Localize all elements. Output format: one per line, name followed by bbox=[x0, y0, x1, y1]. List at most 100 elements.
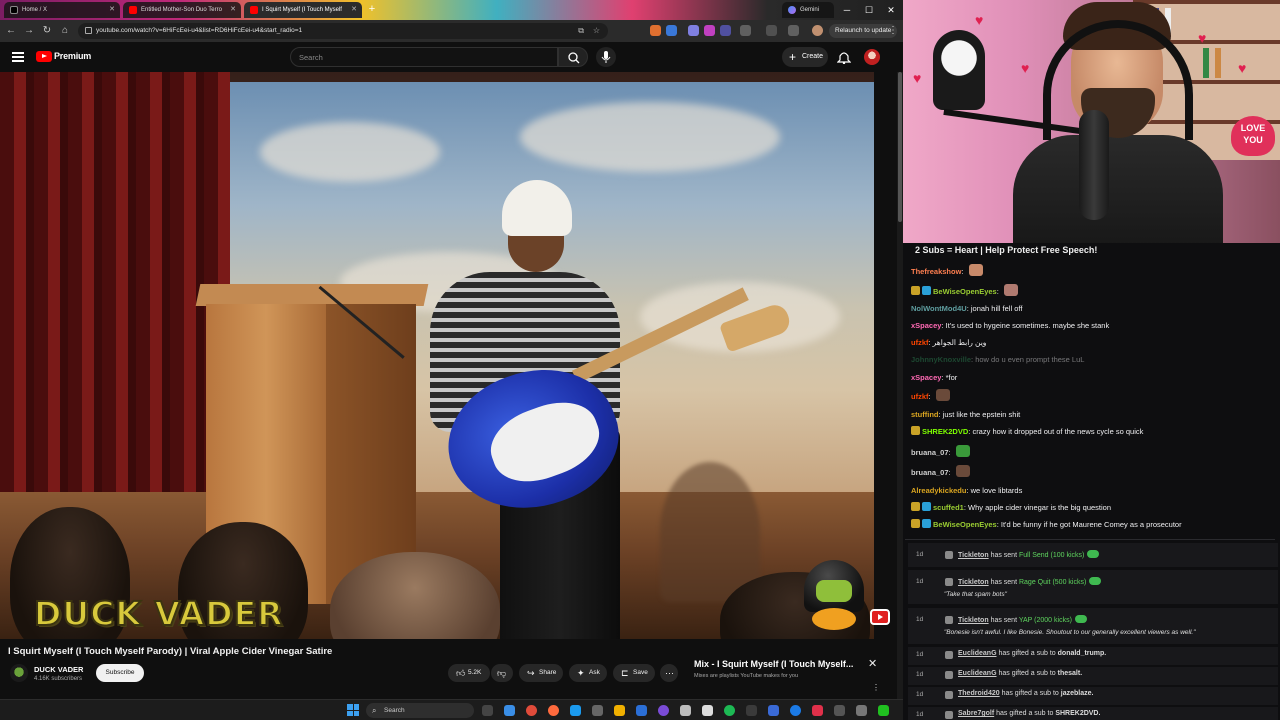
forward-icon[interactable]: → bbox=[22, 24, 36, 38]
app-icon[interactable] bbox=[790, 705, 801, 716]
windows-start-icon[interactable] bbox=[347, 704, 359, 716]
back-icon[interactable]: ← bbox=[4, 24, 18, 38]
create-button[interactable]: + Create bbox=[782, 47, 828, 67]
save-button[interactable]: ⊏ Save bbox=[613, 664, 655, 682]
event-quote: "Take that spam bots" bbox=[944, 591, 1007, 598]
event-username[interactable]: EuclideanG bbox=[958, 650, 997, 657]
extension-icon[interactable] bbox=[666, 25, 677, 36]
chat-username[interactable]: ufzkf bbox=[911, 338, 929, 347]
voice-search-button[interactable] bbox=[596, 47, 616, 67]
taskbar-search[interactable]: ⌕ Search bbox=[366, 703, 474, 718]
chat-username[interactable]: xSpacey bbox=[911, 373, 941, 382]
app-icon[interactable] bbox=[636, 705, 647, 716]
chat-username[interactable]: BeWiseOpenEyes bbox=[933, 287, 997, 296]
file-explorer-icon[interactable] bbox=[614, 705, 625, 716]
channel-avatar[interactable] bbox=[10, 664, 28, 682]
tab-x[interactable]: Home / X ✕ bbox=[4, 2, 120, 18]
reload-icon[interactable]: ↻ bbox=[40, 24, 54, 38]
menu-icon[interactable] bbox=[12, 52, 24, 62]
minimize-button[interactable]: ─ bbox=[836, 0, 858, 20]
spotify-icon[interactable] bbox=[724, 705, 735, 716]
chat-username[interactable]: ufzkf bbox=[911, 392, 929, 401]
close-tab-icon[interactable]: ✕ bbox=[230, 2, 236, 18]
profile-avatar[interactable] bbox=[812, 25, 823, 36]
extension-icon[interactable] bbox=[650, 25, 661, 36]
heart-decoration-icon: ♥ bbox=[1021, 60, 1030, 76]
event-username[interactable]: Tickleton bbox=[958, 552, 989, 559]
app-icon[interactable] bbox=[878, 705, 889, 716]
search-button[interactable] bbox=[558, 47, 588, 67]
app-icon[interactable] bbox=[856, 705, 867, 716]
app-icon[interactable] bbox=[746, 705, 757, 716]
app-icon[interactable] bbox=[680, 705, 691, 716]
event-username[interactable]: Sabre7golf bbox=[958, 710, 994, 717]
url-field[interactable]: youtube.com/watch?v=6HiFcEei-u4&list=RD6… bbox=[78, 23, 608, 39]
event-username[interactable]: Tickleton bbox=[958, 617, 989, 624]
heart-decoration-icon: ♥ bbox=[975, 12, 984, 28]
event-username[interactable]: EuclideanG bbox=[958, 670, 997, 677]
app-icon[interactable] bbox=[548, 705, 559, 716]
like-button[interactable]: 👍︎ 5.2K bbox=[448, 664, 490, 682]
chat-username[interactable]: stuffind bbox=[911, 410, 939, 419]
new-tab-button[interactable]: + bbox=[366, 3, 378, 15]
chat-username[interactable]: Thefreakshow bbox=[911, 267, 961, 276]
chat-username[interactable]: JohnnyKnoxville bbox=[911, 355, 971, 364]
chat-username[interactable]: scuffed1 bbox=[933, 503, 964, 512]
close-window-button[interactable]: ✕ bbox=[880, 0, 902, 20]
chat-username[interactable]: BeWiseOpenEyes bbox=[933, 520, 997, 529]
extension-icon[interactable] bbox=[704, 25, 715, 36]
video-player[interactable]: DUCK VADER bbox=[0, 72, 874, 639]
kicks-icon bbox=[1089, 577, 1102, 585]
home-icon[interactable]: ⌂ bbox=[58, 24, 72, 38]
dislike-button[interactable]: 👎︎ bbox=[491, 664, 513, 682]
chat-username[interactable]: bruana_07 bbox=[911, 468, 949, 477]
close-icon[interactable]: ✕ bbox=[868, 657, 877, 670]
channel-watermark-button[interactable] bbox=[870, 609, 890, 625]
bookmark-star-icon[interactable]: ☆ bbox=[593, 23, 600, 39]
channel-watermark-text: DUCK VADER bbox=[33, 593, 284, 634]
install-icon[interactable]: ⧉ bbox=[578, 23, 584, 39]
more-vert-icon[interactable]: ⋮ bbox=[872, 683, 880, 692]
notifications-bell-icon[interactable] bbox=[837, 50, 851, 64]
search-input[interactable] bbox=[299, 48, 549, 66]
ask-button[interactable]: ✦ Ask bbox=[569, 664, 607, 682]
app-icon[interactable] bbox=[834, 705, 845, 716]
chrome-icon[interactable] bbox=[526, 705, 537, 716]
download-icon[interactable] bbox=[788, 25, 799, 36]
mix-playlist-card[interactable]: Mix - I Squirt Myself (I Touch Myself...… bbox=[686, 655, 882, 692]
app-icon[interactable] bbox=[592, 705, 603, 716]
account-avatar[interactable] bbox=[864, 49, 880, 65]
app-icon[interactable] bbox=[812, 705, 823, 716]
chat-divider bbox=[905, 539, 1275, 540]
share-button[interactable]: ↪ Share bbox=[519, 664, 563, 682]
close-tab-icon[interactable]: ✕ bbox=[351, 2, 357, 18]
extension-icon[interactable] bbox=[720, 25, 731, 36]
app-icon[interactable] bbox=[570, 705, 581, 716]
event-username[interactable]: Thedroid420 bbox=[958, 690, 1000, 697]
maximize-button[interactable]: ☐ bbox=[858, 0, 880, 20]
tab-youtube-current[interactable]: I Squirt Myself (I Touch Myself ✕ bbox=[244, 2, 362, 18]
channel-name[interactable]: DUCK VADER bbox=[34, 665, 83, 674]
extension-icon[interactable] bbox=[688, 25, 699, 36]
event-username[interactable]: Tickleton bbox=[958, 579, 989, 586]
chat-username[interactable]: xSpacey bbox=[911, 321, 941, 330]
save-label: Save bbox=[633, 669, 648, 676]
tab-gemini[interactable]: Gemini bbox=[782, 2, 834, 18]
chat-username[interactable]: bruana_07 bbox=[911, 448, 949, 457]
edge-icon[interactable] bbox=[504, 705, 515, 716]
chat-username[interactable]: Alreadykickedu bbox=[911, 486, 966, 495]
app-icon[interactable] bbox=[768, 705, 779, 716]
app-icon[interactable] bbox=[702, 705, 713, 716]
site-info-icon[interactable] bbox=[85, 27, 92, 34]
tab-youtube-entitled[interactable]: Entitled Mother-Son Duo Terro ✕ bbox=[123, 2, 241, 18]
close-tab-icon[interactable]: ✕ bbox=[109, 2, 115, 18]
more-actions-button[interactable]: ⋯ bbox=[660, 664, 678, 682]
extensions-puzzle-icon[interactable] bbox=[740, 25, 751, 36]
chat-username[interactable]: SHREK2DVD bbox=[922, 427, 968, 436]
task-view-icon[interactable] bbox=[482, 705, 493, 716]
subscribe-button[interactable]: Subscribe bbox=[96, 664, 144, 682]
menu-dots-icon[interactable]: ⋮ bbox=[886, 24, 900, 38]
sidebar-icon[interactable] bbox=[766, 25, 777, 36]
chat-username[interactable]: NolWontMod4U bbox=[911, 304, 967, 313]
app-icon[interactable] bbox=[658, 705, 669, 716]
